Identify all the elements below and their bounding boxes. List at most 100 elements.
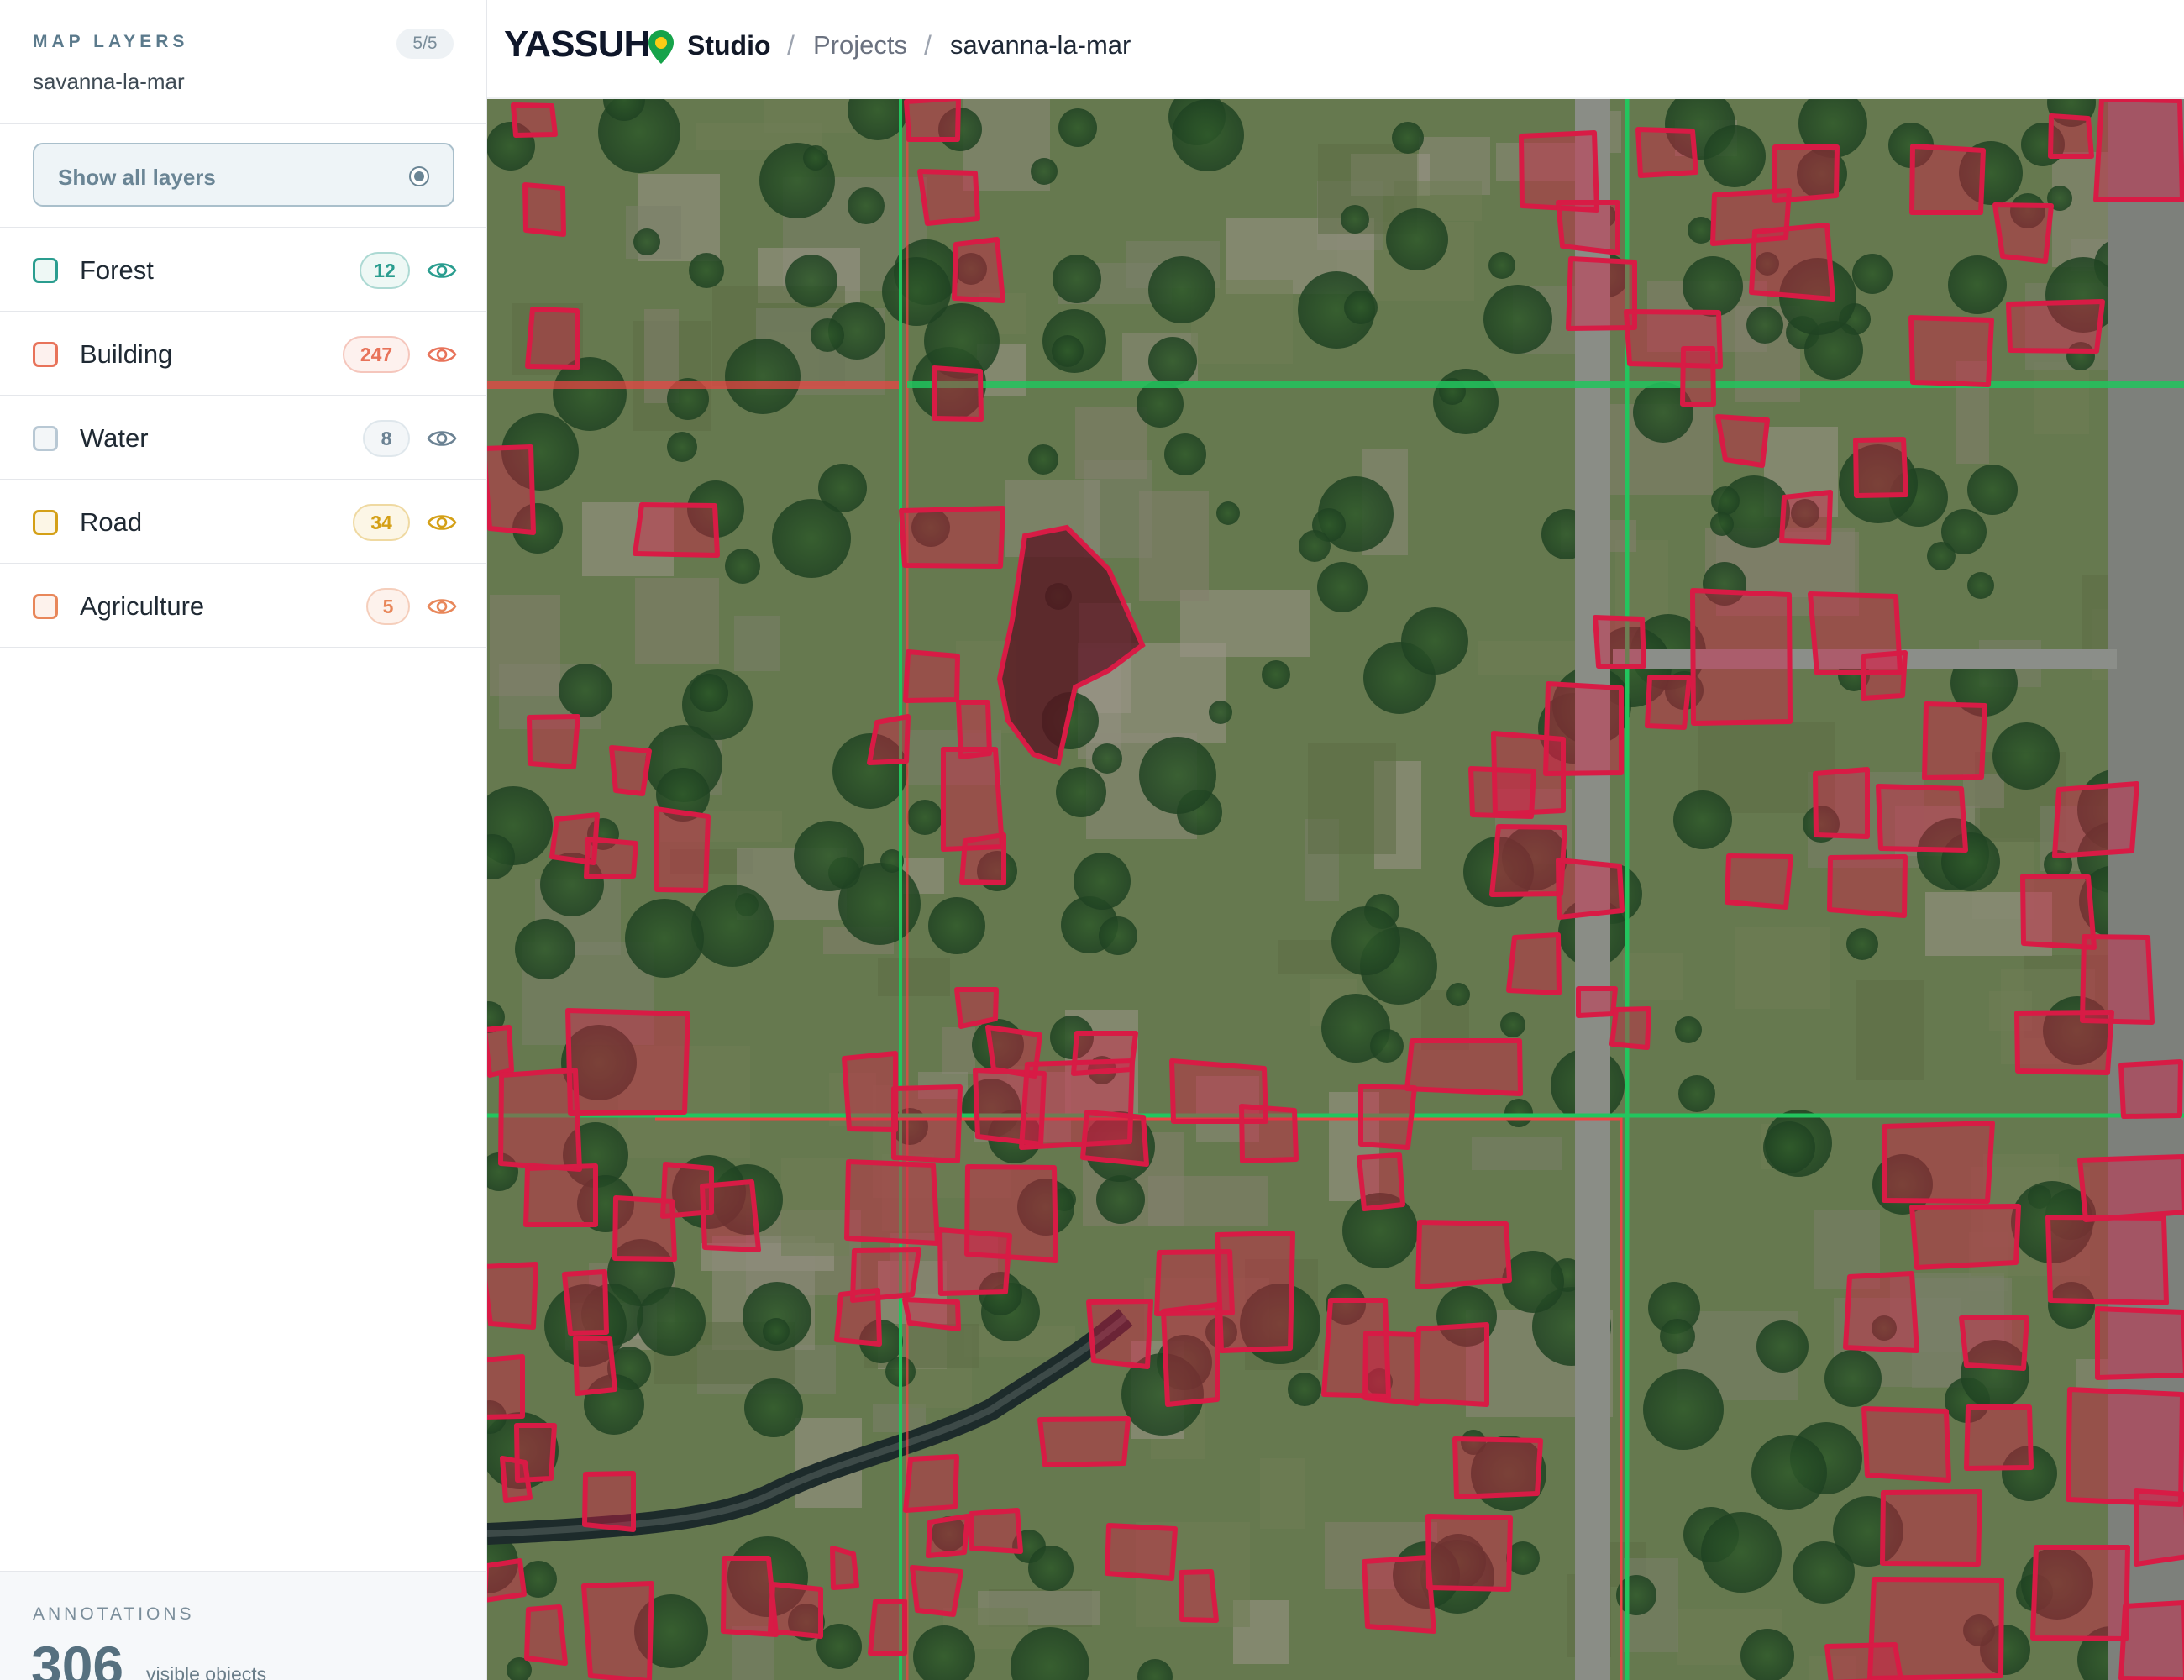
building-polygon[interactable] — [500, 1456, 533, 1503]
building-polygon[interactable] — [565, 1008, 690, 1116]
building-polygon[interactable] — [1824, 1642, 1903, 1680]
map-svg[interactable] — [487, 99, 2184, 1680]
building-polygon[interactable] — [1357, 1152, 1405, 1211]
eye-icon[interactable] — [427, 594, 457, 619]
building-polygon[interactable] — [1414, 1322, 1489, 1407]
building-polygon[interactable] — [524, 1604, 568, 1666]
building-polygon[interactable] — [1909, 144, 1986, 215]
building-polygon[interactable] — [1680, 346, 1716, 407]
building-polygon[interactable] — [1827, 854, 1908, 918]
building-polygon[interactable] — [1813, 767, 1870, 839]
building-polygon[interactable] — [1880, 1489, 1982, 1567]
layer-row-agriculture[interactable]: Agriculture 5 — [0, 564, 486, 648]
brand-logo[interactable]: YASSUH — [504, 24, 650, 66]
building-polygon[interactable] — [511, 102, 558, 138]
building-polygon[interactable] — [1358, 1084, 1417, 1150]
building-polygon[interactable] — [2095, 1306, 2184, 1380]
layer-checkbox[interactable] — [33, 426, 58, 451]
building-polygon[interactable] — [487, 1025, 514, 1078]
building-polygon[interactable] — [1519, 130, 1599, 213]
building-polygon[interactable] — [1853, 437, 1908, 498]
building-polygon[interactable] — [1861, 650, 1908, 701]
building-polygon[interactable] — [1725, 853, 1793, 910]
breadcrumb-projects-link[interactable]: Projects — [813, 30, 907, 60]
building-polygon[interactable] — [700, 1179, 761, 1252]
building-polygon[interactable] — [2118, 1059, 2183, 1119]
building-polygon[interactable] — [1425, 1514, 1513, 1592]
layer-checkbox[interactable] — [33, 510, 58, 535]
building-polygon[interactable] — [1556, 858, 1625, 920]
building-polygon[interactable] — [868, 1599, 907, 1656]
building-polygon[interactable] — [1415, 1220, 1512, 1289]
building-polygon[interactable] — [954, 987, 999, 1029]
building-polygon[interactable] — [2048, 113, 2094, 159]
building-polygon[interactable] — [1179, 1569, 1219, 1623]
building-polygon[interactable] — [487, 1354, 525, 1420]
building-polygon[interactable] — [2030, 1545, 2130, 1641]
building-polygon[interactable] — [1105, 1523, 1178, 1581]
building-polygon[interactable] — [1037, 1416, 1131, 1467]
building-polygon[interactable] — [1362, 1555, 1436, 1634]
building-polygon[interactable] — [1080, 1110, 1149, 1167]
building-polygon[interactable] — [891, 1084, 963, 1163]
building-polygon[interactable] — [1161, 1302, 1220, 1407]
building-polygon[interactable] — [2066, 1387, 2184, 1507]
building-polygon[interactable] — [952, 237, 1005, 303]
building-polygon[interactable] — [487, 444, 536, 535]
building-polygon[interactable] — [844, 1159, 940, 1246]
building-polygon[interactable] — [1593, 615, 1646, 669]
building-polygon[interactable] — [902, 1297, 961, 1331]
building-polygon[interactable] — [1635, 127, 1698, 178]
building-polygon[interactable] — [1086, 1299, 1153, 1369]
building-polygon[interactable] — [768, 1582, 823, 1639]
building-polygon[interactable] — [2093, 99, 2184, 202]
building-polygon[interactable] — [2045, 1215, 2169, 1305]
building-polygon[interactable] — [1690, 588, 1793, 726]
building-polygon[interactable] — [917, 169, 980, 226]
building-polygon[interactable] — [1861, 1406, 1951, 1483]
satellite-map-canvas[interactable] — [487, 99, 2184, 1680]
building-polygon[interactable] — [1908, 315, 1994, 387]
building-polygon[interactable] — [834, 1288, 882, 1347]
eye-icon[interactable] — [427, 426, 457, 451]
building-polygon[interactable] — [969, 1508, 1023, 1554]
building-polygon[interactable] — [2134, 1488, 2184, 1567]
building-polygon[interactable] — [910, 1565, 963, 1617]
show-all-layers-button[interactable]: Show all layers — [33, 143, 454, 207]
building-polygon[interactable] — [654, 806, 711, 893]
building-polygon[interactable] — [2014, 1010, 2114, 1075]
building-polygon[interactable] — [522, 182, 566, 237]
eye-icon[interactable] — [427, 342, 457, 367]
building-polygon[interactable] — [830, 1546, 859, 1590]
building-polygon[interactable] — [582, 1471, 636, 1532]
building-polygon[interactable] — [903, 649, 960, 703]
building-polygon[interactable] — [1749, 223, 1835, 302]
building-polygon[interactable] — [1779, 490, 1833, 545]
building-polygon[interactable] — [903, 1454, 959, 1513]
layer-checkbox[interactable] — [33, 258, 58, 283]
building-polygon[interactable] — [1321, 1298, 1391, 1399]
building-polygon[interactable] — [523, 1163, 598, 1227]
building-polygon[interactable] — [937, 1227, 1012, 1296]
building-polygon[interactable] — [1071, 1031, 1138, 1076]
building-polygon[interactable] — [562, 1269, 609, 1336]
building-polygon[interactable] — [926, 1514, 970, 1558]
building-polygon[interactable] — [1772, 144, 1840, 203]
building-polygon[interactable] — [959, 832, 1006, 885]
building-polygon[interactable] — [1909, 1204, 2021, 1270]
building-polygon[interactable] — [1506, 932, 1562, 995]
building-polygon[interactable] — [899, 506, 1005, 569]
building-polygon[interactable] — [1609, 1006, 1651, 1050]
building-polygon[interactable] — [1959, 1315, 2029, 1371]
building-polygon[interactable] — [1154, 1249, 1235, 1316]
layer-row-road[interactable]: Road 34 — [0, 480, 486, 564]
layer-checkbox[interactable] — [33, 342, 58, 367]
building-polygon[interactable] — [904, 99, 961, 142]
building-polygon[interactable] — [2006, 299, 2105, 354]
building-polygon[interactable] — [1882, 1121, 1995, 1204]
building-polygon[interactable] — [584, 837, 638, 879]
building-polygon[interactable] — [1489, 824, 1567, 897]
building-polygon[interactable] — [1843, 1271, 1919, 1353]
building-polygon[interactable] — [527, 714, 580, 769]
building-polygon[interactable] — [487, 1262, 538, 1330]
